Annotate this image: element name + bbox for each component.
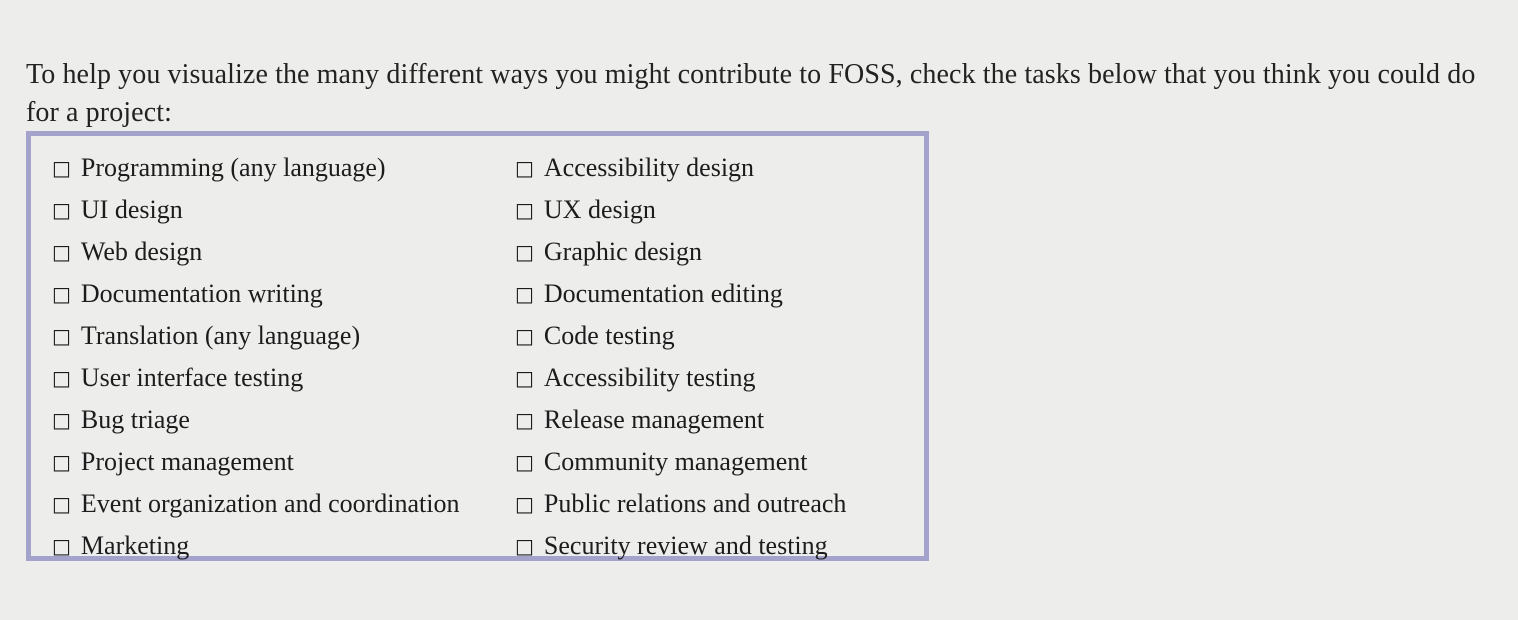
empty-checkbox-icon[interactable]: □: [515, 410, 534, 430]
task-item-label: Code testing: [543, 321, 675, 350]
task-item-label: User interface testing: [80, 363, 304, 392]
task-item-label: Security review and testing: [543, 531, 828, 560]
empty-checkbox-icon[interactable]: □: [515, 158, 534, 178]
intro-paragraph: To help you visualize the many different…: [26, 59, 1476, 128]
task-item-label: Graphic design: [543, 237, 703, 266]
empty-checkbox-icon[interactable]: □: [515, 326, 534, 346]
task-checkbox-item[interactable]: □ Event organization and coordination: [31, 483, 515, 525]
task-checkbox-item[interactable]: □ UX design: [515, 189, 924, 231]
task-item-label: Documentation editing: [543, 279, 783, 308]
task-checkbox-item[interactable]: □ Translation (any language): [31, 315, 515, 357]
task-row: □ Bug triage □ Release management: [31, 399, 924, 441]
task-checkbox-item[interactable]: □ Documentation writing: [31, 273, 515, 315]
task-checkbox-item[interactable]: □ Graphic design: [515, 231, 924, 273]
empty-checkbox-icon[interactable]: □: [52, 200, 71, 220]
empty-checkbox-icon[interactable]: □: [515, 452, 534, 472]
task-item-label: Release management: [543, 405, 765, 434]
task-item-label: UX design: [543, 195, 656, 224]
task-row: □ Web design □ Graphic design: [31, 231, 924, 273]
task-item-label: Web design: [80, 237, 203, 266]
empty-checkbox-icon[interactable]: □: [52, 326, 71, 346]
task-checkbox-item[interactable]: □ Bug triage: [31, 399, 515, 441]
task-checkbox-item[interactable]: □ Code testing: [515, 315, 924, 357]
task-item-label: Accessibility design: [543, 153, 755, 182]
task-item-label: Event organization and coordination: [80, 489, 460, 518]
empty-checkbox-icon[interactable]: □: [515, 494, 534, 514]
empty-checkbox-icon[interactable]: □: [515, 242, 534, 262]
task-item-label: Public relations and outreach: [543, 489, 847, 518]
empty-checkbox-icon[interactable]: □: [52, 410, 71, 430]
empty-checkbox-icon[interactable]: □: [52, 368, 71, 388]
empty-checkbox-icon[interactable]: □: [52, 242, 71, 262]
task-item-label: Programming (any language): [80, 153, 386, 182]
task-checkbox-item[interactable]: □ Project management: [31, 441, 515, 483]
task-checkbox-item[interactable]: □ Accessibility testing: [515, 357, 924, 399]
task-checkbox-item[interactable]: □ Security review and testing: [515, 525, 924, 567]
empty-checkbox-icon[interactable]: □: [515, 284, 534, 304]
task-checkbox-item[interactable]: □ Release management: [515, 399, 924, 441]
task-checkbox-item[interactable]: □ Web design: [31, 231, 515, 273]
task-item-label: Accessibility testing: [543, 363, 756, 392]
empty-checkbox-icon[interactable]: □: [52, 158, 71, 178]
task-checkbox-item[interactable]: □ Programming (any language): [31, 147, 515, 189]
task-row: □ User interface testing □ Accessibility te…: [31, 357, 924, 399]
task-checklist-grid: □ Programming (any language) □ Accessibilit…: [31, 136, 924, 560]
task-item-label: Documentation writing: [80, 279, 323, 308]
task-item-label: UI design: [80, 195, 183, 224]
task-checkbox-item[interactable]: □ Marketing: [31, 525, 515, 567]
empty-checkbox-icon[interactable]: □: [52, 494, 71, 514]
task-checkbox-item[interactable]: □ UI design: [31, 189, 515, 231]
task-checkbox-item[interactable]: □ User interface testing: [31, 357, 515, 399]
empty-checkbox-icon[interactable]: □: [52, 536, 71, 556]
task-row: □ Project management □ Community management: [31, 441, 924, 483]
task-row: □ Programming (any language) □ Accessibilit…: [31, 147, 924, 189]
task-row: □ Documentation writing □ Documentation edi…: [31, 273, 924, 315]
page-root: To help you visualize the many different…: [0, 0, 1518, 620]
task-row: □ Event organization and coordination □ Pub…: [31, 483, 924, 525]
task-checklist-box: □ Programming (any language) □ Accessibilit…: [26, 131, 929, 561]
empty-checkbox-icon[interactable]: □: [515, 368, 534, 388]
task-item-label: Community management: [543, 447, 808, 476]
task-row: □ Marketing □ Security review and testing: [31, 525, 924, 567]
task-checkbox-item[interactable]: □ Community management: [515, 441, 924, 483]
task-checkbox-item[interactable]: □ Public relations and outreach: [515, 483, 924, 525]
task-checkbox-item[interactable]: □ Accessibility design: [515, 147, 924, 189]
empty-checkbox-icon[interactable]: □: [515, 200, 534, 220]
task-item-label: Marketing: [80, 531, 190, 560]
task-row: □ Translation (any language) □ Code testing: [31, 315, 924, 357]
task-item-label: Bug triage: [80, 405, 190, 434]
empty-checkbox-icon[interactable]: □: [52, 452, 71, 472]
empty-checkbox-icon[interactable]: □: [52, 284, 71, 304]
empty-checkbox-icon[interactable]: □: [515, 536, 534, 556]
task-item-label: Translation (any language): [80, 321, 361, 350]
task-row: □ UI design □ UX design: [31, 189, 924, 231]
task-checkbox-item[interactable]: □ Documentation editing: [515, 273, 924, 315]
task-item-label: Project management: [80, 447, 294, 476]
